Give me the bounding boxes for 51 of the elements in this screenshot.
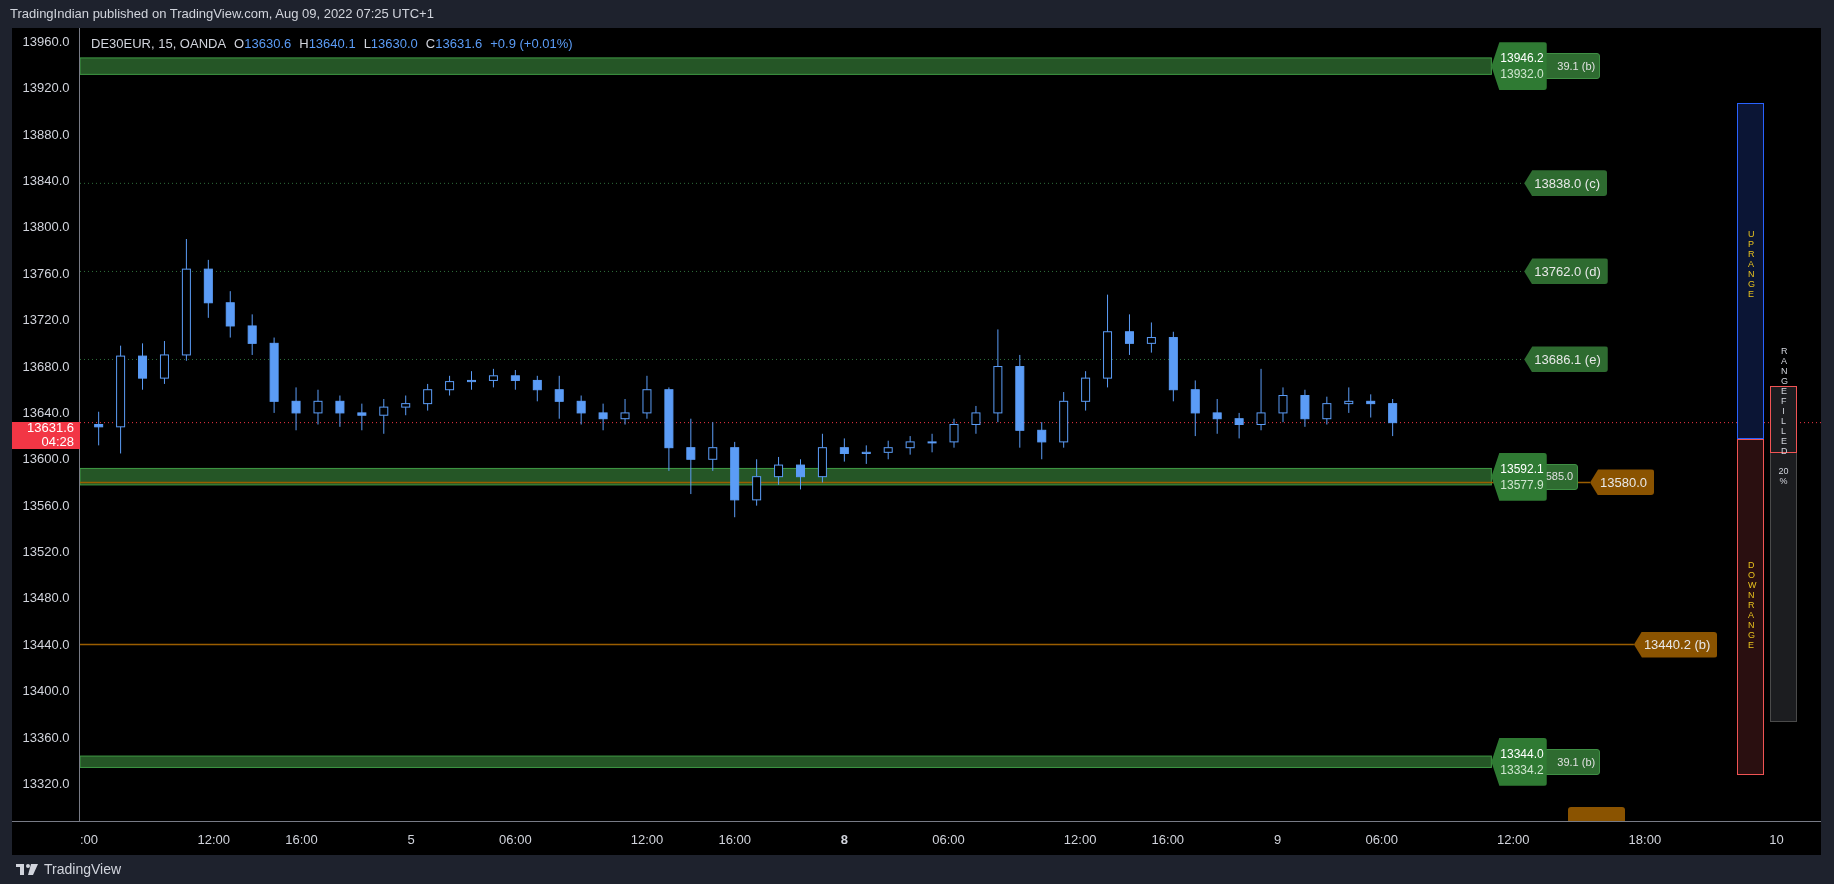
axis-label: 5 <box>407 831 415 849</box>
axis-label: 8 <box>840 831 848 849</box>
ohlc-value: C13631.6 <box>425 35 483 53</box>
axis-label: 06:00 <box>1365 831 1398 849</box>
price-value: 13631.6 <box>27 421 74 436</box>
countdown: 04:28 <box>41 435 74 450</box>
axis-label: 13400.0 <box>21 683 71 700</box>
axis-label: 16:00 <box>1151 831 1185 849</box>
publish-caption: TradingIndian published on TradingView.com, Aug 09, 2022 07:25 UTC+1 <box>10 5 434 24</box>
axis-label: 13840.0 <box>21 173 71 190</box>
symbol-info: DE30EUR, 15, OANDA <box>91 35 227 53</box>
price-label: 13838.0 (c) <box>1524 170 1607 197</box>
axis-label: 13960.0 <box>21 33 71 50</box>
price-label: 13762.0 (d) <box>1524 258 1608 285</box>
range-value: 20 % <box>1778 466 1789 486</box>
axis-label: 06:00 <box>932 831 965 849</box>
price-label: 13580.0 <box>1590 469 1655 496</box>
axis-label: 9 <box>1273 831 1282 849</box>
axis-label: 10 <box>1769 831 1784 849</box>
axis-label: 13720.0 <box>21 312 71 329</box>
axis-label: 13640.0 <box>21 404 71 421</box>
axis-label: 13880.0 <box>21 126 71 143</box>
axis-label: :00 <box>80 831 99 849</box>
price-change: +0.9 (+0.01%) <box>490 35 573 53</box>
axis-label: 12:00 <box>1063 831 1097 849</box>
axis-label: 13440.0 <box>21 636 71 653</box>
brand-name: TradingView <box>44 860 122 879</box>
axis-label: 12:00 <box>1497 831 1530 849</box>
axis-label: 13320.0 <box>21 775 71 792</box>
axis-label: 13920.0 <box>21 80 71 97</box>
price-label: 13440.2 (b) <box>1633 631 1718 658</box>
range-label: UP RANGE <box>1748 229 1753 301</box>
axis-label: 06:00 <box>499 831 532 849</box>
axis-label: 13360.0 <box>21 729 71 746</box>
axis-label: 16:00 <box>285 831 318 849</box>
axis-label: 13480.0 <box>21 590 71 607</box>
axis-label: 13680.0 <box>21 358 71 375</box>
ohlc-value: L13630.0 <box>363 35 418 53</box>
ohlc-value: O13630.6 <box>234 35 292 53</box>
axis-label: 13600.0 <box>21 451 71 468</box>
price-label: 13686.1 (e) <box>1524 346 1608 373</box>
axis-label: 12:00 <box>630 831 664 849</box>
axis-label: 12:00 <box>197 831 231 849</box>
axis-label: 13760.0 <box>21 265 71 282</box>
axis-label: 16:00 <box>718 831 751 849</box>
axis-label: 13800.0 <box>21 219 71 236</box>
ohlc-value: H13640.1 <box>299 35 356 53</box>
axis-label: 13560.0 <box>21 497 71 514</box>
logo-icon <box>16 863 38 876</box>
axis-label: 18:00 <box>1628 831 1662 849</box>
axis-label: 13520.0 <box>21 544 71 560</box>
